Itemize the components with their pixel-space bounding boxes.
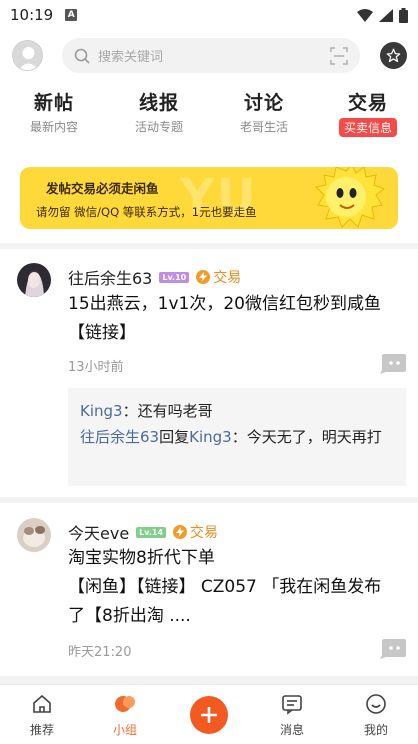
level-badge: Lv.10 xyxy=(159,271,190,283)
tab-subtitle: 活动专题 xyxy=(134,120,183,134)
banner-title: 发帖交易必须走闲鱼 xyxy=(46,181,159,196)
post-author-row: 往后余生63 Lv.10 交易 xyxy=(68,265,241,289)
post-time: 13小时前 xyxy=(68,360,124,375)
fish-mascot-icon xyxy=(314,167,386,228)
profile-icon xyxy=(366,694,386,714)
post-content[interactable]: 淘宝实物8折代下单 【闲鱼】【链接】 CZ057 「我在闲鱼发布了【8折出淘 .… xyxy=(68,544,398,631)
nav-label: 小组 xyxy=(112,723,137,737)
status-bar: 10:19 A xyxy=(0,0,418,30)
tab-trade[interactable]: 交易 买卖信息 xyxy=(328,88,408,137)
my-avatar[interactable] xyxy=(12,40,43,71)
tab-title: 新帖 xyxy=(33,92,74,114)
lightning-icon xyxy=(173,525,188,539)
tab-subtitle: 老哥生活 xyxy=(239,120,288,134)
trade-tag-label: 交易 xyxy=(190,525,219,541)
user-avatar[interactable] xyxy=(17,263,51,297)
nav-recommend[interactable]: 推荐 xyxy=(12,693,72,738)
nav-group[interactable]: 小组 xyxy=(95,693,155,738)
star-icon xyxy=(386,48,401,63)
status-icons xyxy=(357,7,408,23)
tab-title: 交易 xyxy=(347,92,388,114)
level-badge: Lv.14 xyxy=(136,526,167,538)
reply-separator: ： xyxy=(122,402,138,420)
battery-icon xyxy=(399,7,408,23)
wifi-icon xyxy=(357,8,373,22)
post-author-name[interactable]: 往后余生63 xyxy=(68,265,152,289)
nav-profile[interactable]: 我的 xyxy=(346,693,406,738)
search-icon xyxy=(74,48,90,64)
home-icon xyxy=(33,694,51,713)
message-icon xyxy=(282,695,302,715)
default-avatar-icon xyxy=(18,47,39,70)
scan-icon[interactable] xyxy=(330,47,348,65)
search-placeholder: 搜索关键词 xyxy=(98,50,164,65)
nav-label: 消息 xyxy=(279,723,304,737)
replies-box[interactable]: King3：还有吗老哥 往后余生63回复King3：今天无了，明天再打 xyxy=(68,388,406,486)
tab-title: 讨论 xyxy=(243,92,284,114)
avatar-image xyxy=(17,263,51,297)
comment-icon[interactable] xyxy=(380,639,406,659)
trade-rule-banner[interactable]: YU 发帖交易必须走闲鱼 请勿留 微信/QQ 等联系方式，1元也要走鱼 xyxy=(20,167,398,229)
group-icon xyxy=(115,696,135,712)
favorites-button[interactable] xyxy=(380,42,407,69)
nav-label: 推荐 xyxy=(29,723,54,737)
top-header: 搜索关键词 xyxy=(0,38,418,74)
tab-discussion[interactable]: 讨论 老哥生活 xyxy=(224,88,304,135)
reply-text: 还有吗老哥 xyxy=(137,402,213,420)
reply-verb: 回复 xyxy=(159,428,190,446)
nav-label: 我的 xyxy=(363,723,388,737)
comment-icon[interactable] xyxy=(380,354,406,374)
section-divider xyxy=(0,676,418,684)
post-author-row: 今天eve Lv.14 交易 xyxy=(68,520,218,544)
search-bar[interactable]: 搜索关键词 xyxy=(62,38,360,73)
tab-new-posts[interactable]: 新帖 最新内容 xyxy=(14,88,94,135)
user-avatar[interactable] xyxy=(17,518,51,552)
trade-tag[interactable]: 交易 xyxy=(196,267,241,287)
status-time: 10:19 xyxy=(10,6,54,24)
reply-text: 今天无了，明天再打 xyxy=(246,428,382,446)
post-author-name[interactable]: 今天eve xyxy=(68,520,129,544)
section-divider xyxy=(0,243,418,249)
lightning-icon xyxy=(196,270,211,284)
post-content[interactable]: 15出燕云，1v1次，20微信红包秒到咸鱼【链接】 xyxy=(68,290,398,348)
section-divider xyxy=(0,497,418,503)
sim-icon: A xyxy=(65,9,78,21)
avatar-image xyxy=(17,518,51,552)
trade-tag-label: 交易 xyxy=(213,270,242,286)
tab-subtitle-badge: 买卖信息 xyxy=(338,118,397,137)
reply-user[interactable]: King3 xyxy=(80,402,123,420)
reply-user[interactable]: 往后余生63 xyxy=(80,428,159,446)
bottom-navigation: 推荐 小组 消息 我的 xyxy=(0,684,418,744)
signal-icon xyxy=(379,8,393,22)
new-post-button[interactable] xyxy=(190,696,228,734)
reply-item: 往后余生63回复King3：今天无了，明天再打 xyxy=(80,424,394,450)
tab-title: 线报 xyxy=(138,92,179,114)
category-tabs: 新帖 最新内容 线报 活动专题 讨论 老哥生活 交易 买卖信息 xyxy=(0,88,418,140)
trade-tag[interactable]: 交易 xyxy=(173,522,218,542)
post-time: 昨天21:20 xyxy=(68,645,132,660)
reply-target[interactable]: King3 xyxy=(189,428,232,446)
banner-subtitle: 请勿留 微信/QQ 等联系方式，1元也要走鱼 xyxy=(36,205,257,219)
reply-separator: ： xyxy=(231,428,247,446)
plus-icon xyxy=(201,707,217,723)
tab-deals[interactable]: 线报 活动专题 xyxy=(119,88,199,135)
nav-messages[interactable]: 消息 xyxy=(262,693,322,738)
reply-item: King3：还有吗老哥 xyxy=(80,398,394,424)
tab-subtitle: 最新内容 xyxy=(29,120,78,134)
